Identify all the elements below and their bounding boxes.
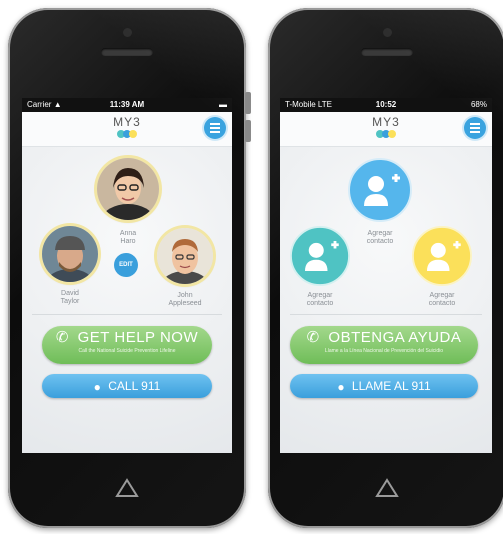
- get-help-now-button[interactable]: ✆ GET HELP NOW Call the National Suicide…: [42, 326, 212, 364]
- add-contact-button-top[interactable]: [348, 158, 412, 222]
- home-button[interactable]: [369, 470, 405, 506]
- divider: [290, 314, 482, 315]
- contact-name-david: David Taylor: [60, 290, 80, 305]
- logo-dots: [366, 130, 406, 138]
- hamburger-icon: [210, 123, 220, 125]
- add-person-icon: [290, 226, 350, 286]
- battery-icon: ▬: [219, 100, 227, 109]
- earpiece-speaker: [361, 48, 413, 56]
- contact-name-anna: Anna Haro: [119, 230, 137, 245]
- menu-button[interactable]: [464, 117, 486, 139]
- phone-spanish: T-Mobile LTE 10:52 68% MY3 Agregar conta…: [268, 8, 503, 528]
- llame-911-button[interactable]: ● LLAME AL 911: [290, 374, 478, 398]
- call-911-button[interactable]: ● CALL 911: [42, 374, 212, 398]
- triangle-icon: [115, 478, 139, 497]
- contact-name-john: John Appleseed: [168, 292, 202, 307]
- phone-icon: ✆: [306, 329, 320, 347]
- help-subtitle: Call the National Suicide Prevention Lif…: [78, 348, 176, 355]
- volume-button: [245, 120, 251, 142]
- phone-english: Carrier ▲ 11:39 AM ▬ MY3 Anna Haro David…: [8, 8, 246, 528]
- app-logo: MY3: [107, 115, 147, 138]
- help-subtitle: Llame a la Línea Nacional de Prevención …: [324, 348, 444, 355]
- earpiece-speaker: [101, 48, 153, 56]
- add-person-icon: [412, 226, 472, 286]
- status-bar: T-Mobile LTE 10:52 68%: [280, 98, 492, 112]
- add-contact-label-left: Agregar contacto: [306, 292, 334, 307]
- volume-button: [245, 92, 251, 114]
- battery-percent: 68%: [470, 100, 487, 109]
- phone-icon: ✆: [55, 329, 69, 347]
- home-button[interactable]: [109, 470, 145, 506]
- menu-button[interactable]: [204, 117, 226, 139]
- app-header: MY3: [22, 112, 232, 147]
- status-time: 10:52: [375, 100, 397, 109]
- front-camera: [123, 28, 132, 37]
- screen-english: Carrier ▲ 11:39 AM ▬ MY3 Anna Haro David…: [22, 98, 232, 453]
- divider: [32, 314, 222, 315]
- logo-dots: [107, 130, 147, 138]
- screen-spanish: T-Mobile LTE 10:52 68% MY3 Agregar conta…: [280, 98, 492, 453]
- app-header: MY3: [280, 112, 492, 147]
- add-contact-label-right: Agregar contacto: [428, 292, 456, 307]
- alert-icon: ●: [337, 379, 345, 394]
- contact-avatar-david[interactable]: [42, 226, 98, 282]
- status-bar: Carrier ▲ 11:39 AM ▬: [22, 98, 232, 112]
- add-contact-button-right[interactable]: [412, 226, 472, 286]
- contact-avatar-john[interactable]: [157, 228, 213, 284]
- add-contact-label-top: Agregar contacto: [366, 230, 394, 245]
- add-contact-button-left[interactable]: [290, 226, 350, 286]
- front-camera: [383, 28, 392, 37]
- app-logo: MY3: [366, 115, 406, 138]
- status-time: 11:39 AM: [109, 100, 145, 109]
- obtenga-ayuda-button[interactable]: ✆ OBTENGA AYUDA Llame a la Línea Naciona…: [290, 326, 478, 364]
- hamburger-icon: [470, 123, 480, 125]
- edit-button[interactable]: EDIT: [114, 253, 138, 277]
- add-person-icon: [348, 158, 412, 222]
- triangle-icon: [375, 478, 399, 497]
- contact-avatar-anna[interactable]: [97, 158, 159, 220]
- alert-icon: ●: [93, 379, 101, 394]
